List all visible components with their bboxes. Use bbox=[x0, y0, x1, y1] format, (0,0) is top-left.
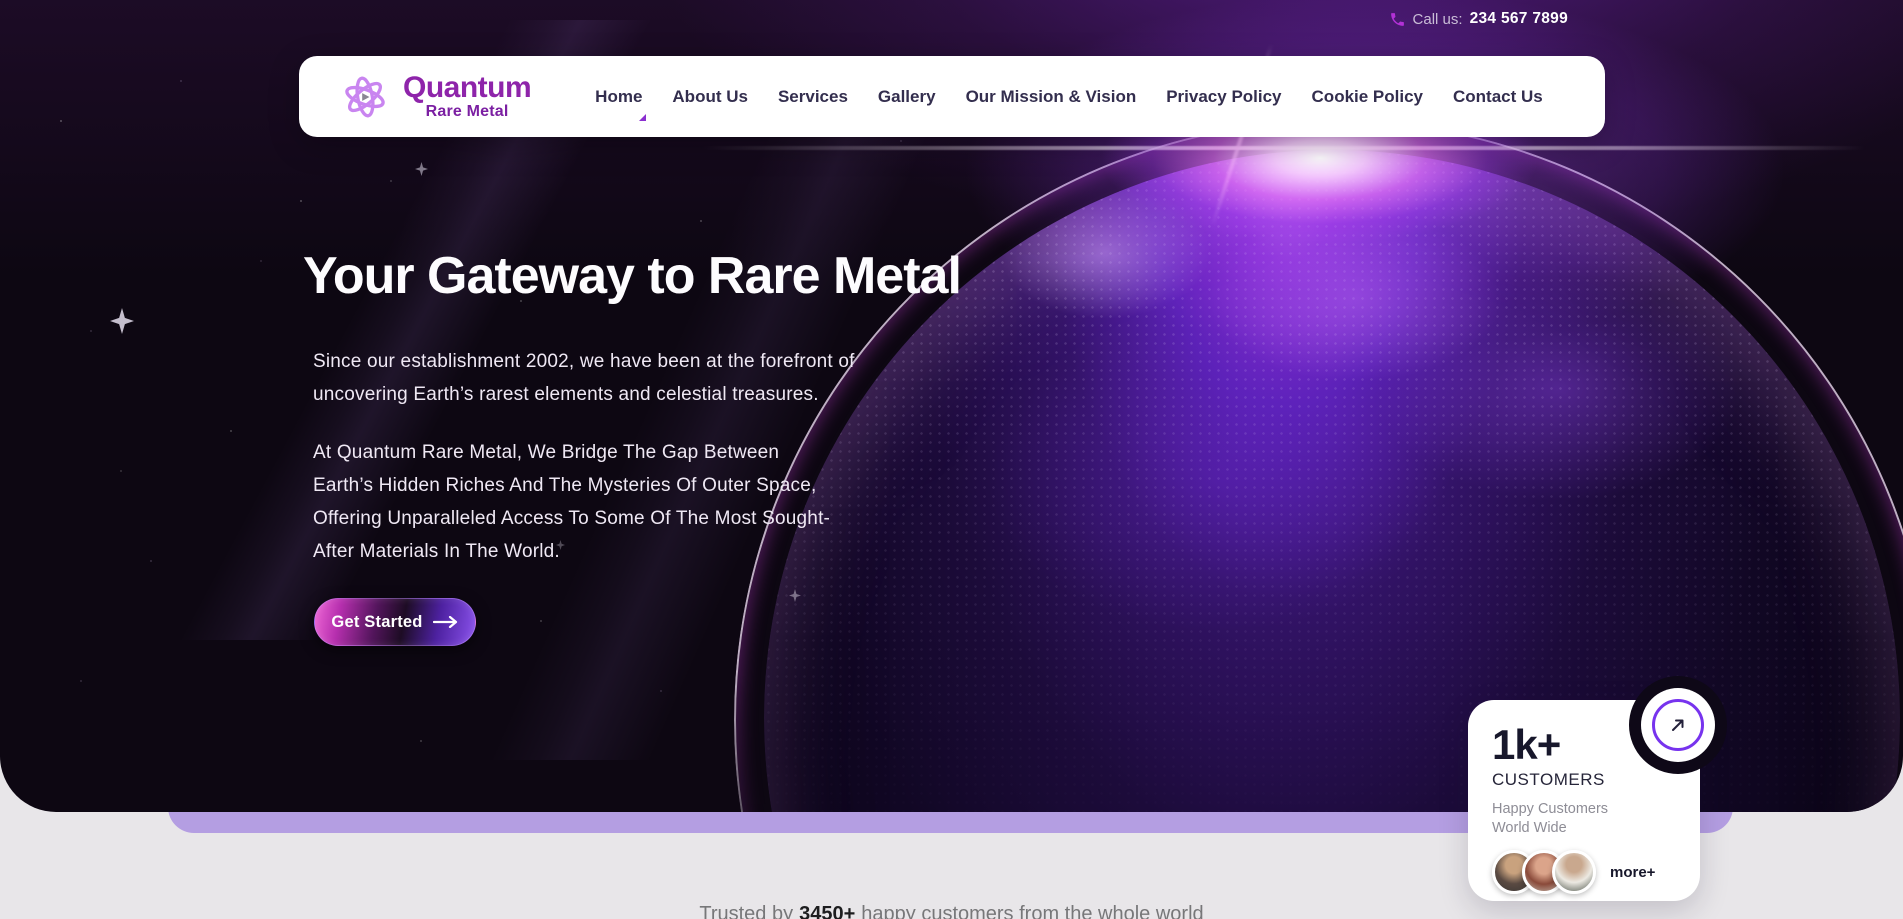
customers-subtext-line1: Happy Customers bbox=[1492, 800, 1700, 819]
scroll-arrow-button[interactable] bbox=[1641, 688, 1715, 762]
phone-icon bbox=[1389, 11, 1406, 28]
arrow-up-right-icon bbox=[1668, 715, 1688, 735]
trusted-prefix: Trusted by bbox=[699, 903, 793, 919]
arrow-right-icon bbox=[433, 616, 459, 628]
hero-paragraph-2: At Quantum Rare Metal, We Bridge The Gap… bbox=[313, 436, 838, 568]
page: Your Gateway to Rare Metal Since our est… bbox=[0, 0, 1903, 919]
arrow-button-ring bbox=[1652, 699, 1704, 751]
phone-number[interactable]: 234 567 7899 bbox=[1470, 10, 1568, 28]
nav-item-gallery[interactable]: Gallery bbox=[878, 87, 936, 107]
nav-item-label: Cookie Policy bbox=[1312, 87, 1423, 106]
nav-item-home[interactable]: Home bbox=[595, 87, 642, 107]
nav-item-privacy-policy[interactable]: Privacy Policy bbox=[1166, 87, 1281, 107]
more-customers-link[interactable]: more+ bbox=[1610, 864, 1655, 881]
trusted-count: 3450+ bbox=[799, 903, 855, 919]
customers-count-label: CUSTOMERS bbox=[1492, 770, 1700, 790]
trusted-note: Trusted by 3450+ happy customers from the … bbox=[0, 903, 1903, 919]
nav-item-services[interactable]: Services bbox=[778, 87, 848, 107]
avatar-row: more+ bbox=[1492, 850, 1700, 894]
get-started-label: Get Started bbox=[331, 613, 422, 632]
nav-item-cookie-policy[interactable]: Cookie Policy bbox=[1312, 87, 1423, 107]
customer-avatar bbox=[1552, 850, 1596, 894]
nav-item-label: Contact Us bbox=[1453, 87, 1543, 106]
navbar: Quantum Rare Metal Home About Us Service… bbox=[299, 56, 1605, 137]
dropdown-caret-icon bbox=[639, 114, 646, 121]
trusted-suffix: happy customers from the whole world bbox=[861, 903, 1203, 919]
customers-subtext-line2: World Wide bbox=[1492, 819, 1700, 838]
hero-paragraph-1: Since our establishment 2002, we have be… bbox=[313, 345, 858, 411]
brand-tagline: Rare Metal bbox=[426, 104, 509, 120]
customers-subtext: Happy Customers World Wide bbox=[1492, 800, 1700, 838]
brand-text: Quantum Rare Metal bbox=[403, 73, 531, 120]
nav-item-label: Gallery bbox=[878, 87, 936, 106]
nav-item-label: Privacy Policy bbox=[1166, 87, 1281, 106]
nav-item-label: Services bbox=[778, 87, 848, 106]
nav-item-contact-us[interactable]: Contact Us bbox=[1453, 87, 1543, 107]
atom-logo-icon bbox=[337, 69, 393, 125]
page-title: Your Gateway to Rare Metal bbox=[303, 246, 961, 306]
call-us-bar: Call us: 234 567 7899 bbox=[1389, 10, 1568, 28]
call-us-label: Call us: bbox=[1413, 11, 1463, 28]
nav-item-about-us[interactable]: About Us bbox=[672, 87, 748, 107]
star-field bbox=[0, 0, 2, 2]
get-started-button[interactable]: Get Started bbox=[314, 598, 476, 646]
nav-item-label: Our Mission & Vision bbox=[966, 87, 1137, 106]
brand-name: Quantum bbox=[403, 73, 531, 103]
brand-logo[interactable]: Quantum Rare Metal bbox=[337, 69, 531, 125]
nav-item-label: About Us bbox=[672, 87, 748, 106]
nav-item-label: Home bbox=[595, 87, 642, 106]
nav-item-mission-vision[interactable]: Our Mission & Vision bbox=[966, 87, 1137, 107]
nav-menu: Home About Us Services Gallery Our Missi… bbox=[595, 87, 1543, 107]
